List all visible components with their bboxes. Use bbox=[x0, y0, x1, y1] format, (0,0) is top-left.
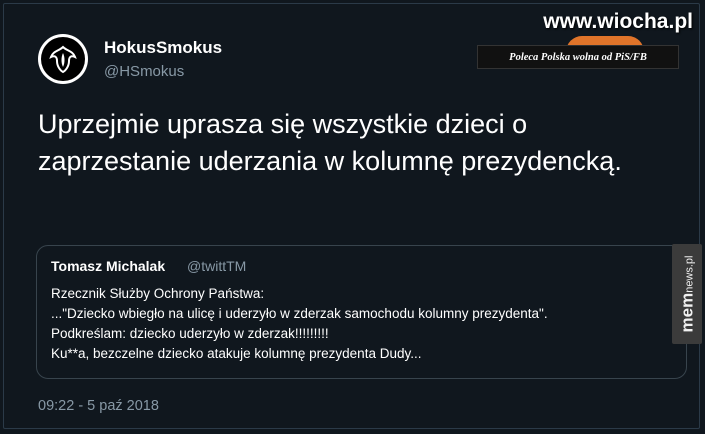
quoted-author-name: Tomasz Michalak bbox=[51, 258, 166, 274]
memnews-main: mem bbox=[677, 292, 697, 333]
tweet-timestamp[interactable]: 09:22 - 5 paź 2018 bbox=[38, 398, 159, 414]
quoted-line: Ku**a, bezczelne dziecko atakuje kolumnę… bbox=[51, 346, 422, 361]
site-watermark: www.wiocha.pl bbox=[543, 10, 693, 33]
phoenix-logo-icon bbox=[41, 37, 85, 81]
tweet-text: Uprzejmie uprasza się wszystkie dzieci o… bbox=[38, 109, 622, 176]
avatar[interactable] bbox=[38, 34, 88, 84]
quoted-line: ..."Dziecko wbiegło na ulicę i uderzyło … bbox=[51, 306, 548, 321]
watermark-banner: Poleca Polska wolna od PiS/FB bbox=[477, 45, 679, 69]
quoted-line: Rzecznik Służby Ochrony Państwa: bbox=[51, 286, 265, 301]
quoted-author-handle: @twittTM bbox=[187, 258, 247, 274]
memnews-sub: news.pl bbox=[683, 255, 696, 293]
memnews-watermark: memnews.pl bbox=[677, 255, 697, 333]
user-handle[interactable]: @HSmokus bbox=[104, 63, 184, 80]
quoted-line: Podkreślam: dziecko uderzyło w zderzak!!… bbox=[51, 326, 329, 341]
quoted-tweet[interactable]: Tomasz Michalak @twittTM Rzecznik Służby… bbox=[36, 245, 687, 379]
display-name[interactable]: HokusSmokus bbox=[104, 38, 222, 58]
